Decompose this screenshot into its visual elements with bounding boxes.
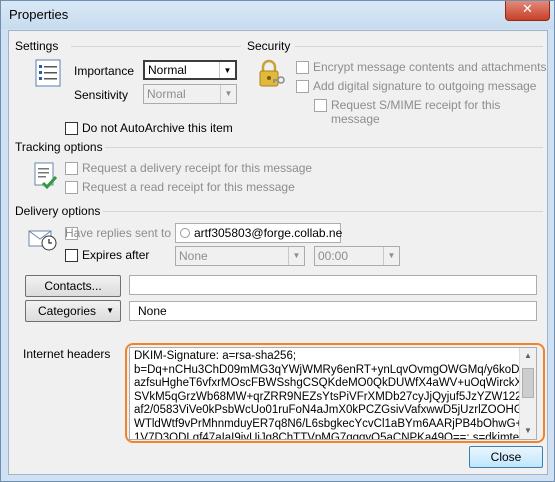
expires-date-dropdown[interactable]: None ▼ [175,246,305,266]
expires-date-value: None [179,249,208,263]
expires-time-dropdown[interactable]: 00:00 ▼ [314,246,400,266]
headers-highlight-annotation [125,343,545,443]
close-button[interactable]: Close [469,446,543,468]
tracking-options-label: Tracking options [15,140,103,154]
settings-label: Settings [15,39,59,53]
delivery-clock-icon [27,222,57,255]
contacts-button[interactable]: Contacts... [25,275,121,297]
replies-to-field[interactable]: artf305803@forge.collab.ne [175,223,343,243]
tracking-check-icon [33,161,59,194]
encrypt-label: Encrypt message contents and attachments [313,60,547,74]
title-bar[interactable]: Properties ✕ [1,1,554,29]
smime-receipt-label: Request S/MIME receipt for this message [331,98,501,126]
replies-to-value: artf305803@forge.collab.ne [194,226,343,240]
radio-icon [180,228,190,238]
importance-value: Normal [148,63,187,77]
delivery-receipt-checkbox[interactable] [65,162,78,175]
delivery-options-label: Delivery options [15,204,101,218]
properties-list-icon [35,59,61,90]
chevron-down-icon: ▼ [288,247,304,265]
chevron-down-icon: ▼ [383,247,399,265]
expires-after-label: Expires after [82,248,150,262]
delivery-receipt-label: Request a delivery receipt for this mess… [82,161,313,175]
lock-key-icon [256,58,288,93]
chevron-down-icon: ▼ [106,306,114,315]
window-title: Properties [9,7,69,22]
sensitivity-value: Normal [147,87,186,101]
chevron-down-icon: ▼ [219,62,235,78]
categories-button-label: Categories [38,304,97,318]
encrypt-checkbox[interactable] [296,61,309,74]
read-receipt-label: Request a read receipt for this message [82,180,295,194]
properties-window: Properties ✕ Settings Importance Normal … [0,0,555,482]
dialog-body: Settings Importance Normal ▼ Sensitivity… [8,30,548,475]
smime-receipt-checkbox[interactable] [314,99,327,112]
internet-headers-label: Internet headers [23,347,111,361]
security-label: Security [247,39,291,53]
importance-label: Importance [74,64,135,78]
autoarchive-checkbox[interactable] [65,122,78,135]
autoarchive-label: Do not AutoArchive this item [82,121,233,135]
expires-after-checkbox[interactable] [65,249,78,262]
window-close-button[interactable]: ✕ [505,1,550,21]
sensitivity-label: Sensitivity [74,88,129,102]
categories-field[interactable]: None [129,301,537,321]
sensitivity-dropdown[interactable]: Normal ▼ [143,84,237,104]
expires-time-value: 00:00 [318,249,349,263]
read-receipt-checkbox[interactable] [65,181,78,194]
digital-signature-checkbox[interactable] [296,80,309,93]
contacts-field[interactable] [129,275,537,295]
importance-dropdown[interactable]: Normal ▼ [143,60,237,80]
chevron-down-icon: ▼ [220,85,236,103]
digital-signature-label: Add digital signature to outgoing messag… [313,79,537,93]
categories-button[interactable]: Categories ▼ [25,300,121,322]
have-replies-label: Have replies sent to [65,226,172,240]
